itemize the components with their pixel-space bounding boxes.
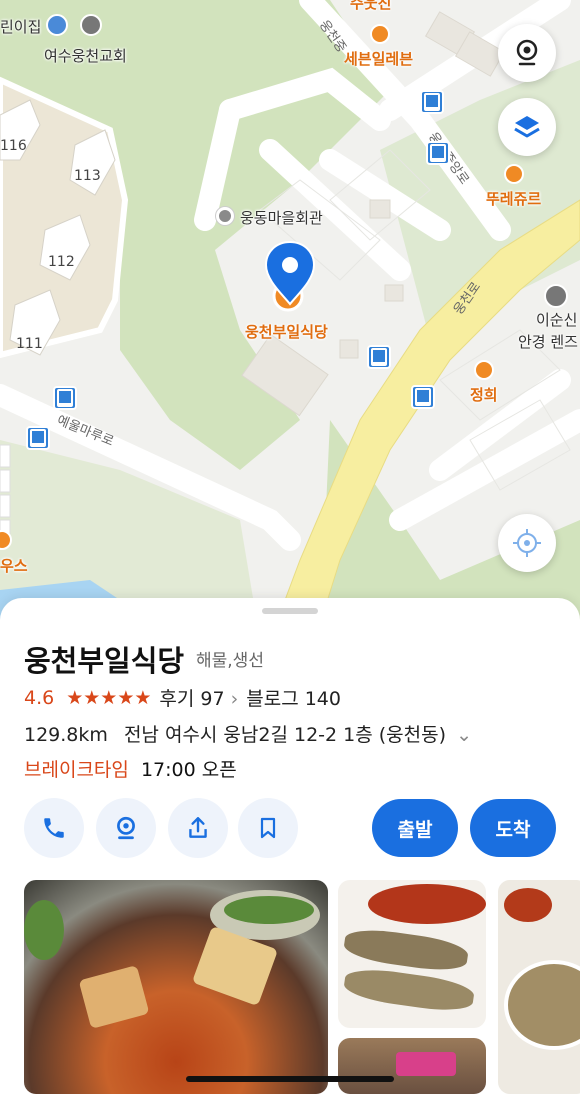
- grilled-fish: [342, 925, 470, 975]
- poi-label-jeonghui[interactable]: 정희: [470, 384, 498, 405]
- share-button[interactable]: [168, 798, 228, 858]
- rating-value: 4.6: [24, 686, 55, 709]
- poi-label-church[interactable]: 여수웅천교회: [44, 45, 127, 66]
- chevron-down-icon: ⌄: [456, 724, 473, 746]
- phone-icon: [44, 818, 64, 838]
- bakery-icon[interactable]: [504, 164, 524, 184]
- building-icon[interactable]: [80, 14, 102, 36]
- bus-stop-icon[interactable]: [426, 141, 450, 165]
- building-number: 112: [48, 254, 75, 270]
- building-number: 113: [74, 168, 101, 184]
- place-sheet[interactable]: 웅천부일식당 해물,생선 4.6 ★★★★★ 후기 97 › 블로그 140 1…: [0, 598, 580, 1094]
- bus-stop-icon[interactable]: [367, 345, 391, 369]
- rating-stars: ★★★★★: [66, 686, 152, 709]
- address: 전남 여수시 웅남2길 12-2 1층 (웅천동): [123, 724, 447, 746]
- poi-label-top[interactable]: 주웃진: [350, 0, 391, 13]
- blog-link[interactable]: 블로그 140: [246, 684, 341, 711]
- depart-button[interactable]: 출발: [372, 799, 458, 857]
- crosshair-icon: [513, 529, 541, 557]
- poi-label-left[interactable]: 우스: [0, 555, 28, 576]
- poi-label-seven-eleven[interactable]: 세븐일레븐: [344, 48, 413, 69]
- bus-stop-icon[interactable]: [411, 385, 435, 409]
- tofu: [78, 965, 150, 1029]
- red-side-dish: [504, 888, 552, 922]
- hours-row[interactable]: 브레이크타임 17:00 오픈: [24, 755, 237, 782]
- main-photo[interactable]: [24, 880, 328, 1094]
- building-number: 111: [16, 336, 43, 352]
- poi-label-glasses-2[interactable]: 안경 렌즈: [518, 331, 578, 352]
- place-category: 해물,생선: [196, 651, 264, 671]
- hours-status: 브레이크타임: [24, 759, 129, 781]
- location-pin-icon[interactable]: [262, 240, 318, 314]
- map-canvas: [0, 0, 580, 640]
- fish-plate: [504, 960, 580, 1050]
- pink-dish: [396, 1052, 456, 1076]
- layers-icon: [514, 116, 540, 138]
- bus-stop-icon[interactable]: [420, 90, 444, 114]
- leaf-garnish: [24, 900, 64, 960]
- restaurant-icon[interactable]: [474, 360, 494, 380]
- arrive-button[interactable]: 도착: [470, 799, 556, 857]
- bus-stop-icon[interactable]: [26, 426, 50, 450]
- spicy-side-dish: [368, 884, 486, 924]
- streetview-icon: [516, 39, 538, 66]
- poi-label-glasses-1[interactable]: 이순신: [536, 309, 577, 330]
- church-icon[interactable]: [46, 14, 68, 36]
- hours-next: 17:00 오픈: [140, 759, 237, 781]
- layers-button[interactable]: [498, 98, 556, 156]
- map-view[interactable]: 린이집 여수웅천교회 주웃진 세븐일레븐 뚜레쥬르 웅동마을회관 웅천부일식당 …: [0, 0, 580, 640]
- building-number: 116: [0, 138, 27, 154]
- reviews-link[interactable]: 후기 97 ›: [159, 684, 238, 711]
- sheet-grabber[interactable]: [262, 608, 318, 614]
- home-indicator: [186, 1076, 394, 1082]
- distance: 129.8km: [24, 724, 108, 746]
- save-button[interactable]: [238, 798, 298, 858]
- rating-row: 4.6 ★★★★★ 후기 97 › 블로그 140: [24, 684, 341, 711]
- share-icon: [189, 817, 207, 838]
- poi-label-village-hall[interactable]: 웅동마을회관: [240, 207, 323, 228]
- streetview-button[interactable]: [498, 24, 556, 82]
- village-hall-icon[interactable]: [216, 207, 234, 225]
- address-row[interactable]: 129.8km 전남 여수시 웅남2길 12-2 1층 (웅천동) ⌄: [24, 720, 472, 747]
- my-location-button[interactable]: [498, 514, 556, 572]
- poi-label-kindergarten[interactable]: 린이집: [0, 16, 41, 37]
- call-button[interactable]: [24, 798, 84, 858]
- third-photo[interactable]: [498, 880, 580, 1094]
- convenience-store-icon[interactable]: [370, 24, 390, 44]
- grilled-fish: [342, 965, 476, 1015]
- reviews-label: 후기 97: [159, 688, 225, 710]
- map-pin-icon: [117, 816, 135, 840]
- fish-photo[interactable]: [338, 880, 486, 1028]
- map-view-button[interactable]: [96, 798, 156, 858]
- bus-stop-icon[interactable]: [53, 386, 77, 410]
- bookmark-icon: [260, 817, 276, 839]
- glasses-icon[interactable]: [544, 284, 568, 308]
- poi-label-restaurant[interactable]: 웅천부일식당: [245, 321, 328, 342]
- greens-garnish: [224, 896, 314, 924]
- poi-label-tous[interactable]: 뚜레쥬르: [486, 188, 541, 209]
- chevron-right-icon: ›: [230, 688, 239, 710]
- side-photo[interactable]: [338, 1038, 486, 1094]
- place-title: 웅천부일식당: [24, 644, 185, 678]
